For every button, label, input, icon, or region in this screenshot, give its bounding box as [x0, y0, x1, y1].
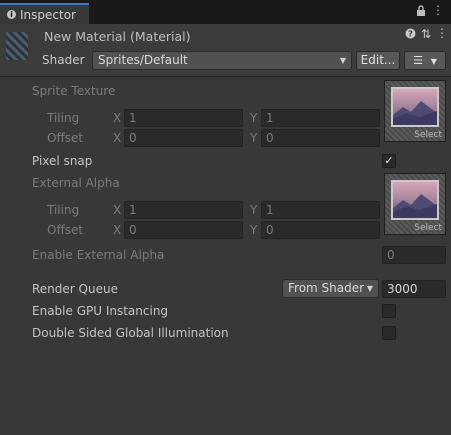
render-queue-mode: From Shader	[288, 281, 365, 295]
tiling-y-label: Y	[250, 203, 258, 217]
pixel-snap-label: Pixel snap	[32, 154, 93, 168]
gpu-instancing-label: Enable GPU Instancing	[32, 304, 169, 318]
offset-label: Offset	[47, 131, 84, 145]
sprite-texture-label: Sprite Texture	[32, 84, 116, 98]
tiling-label: Tiling	[47, 111, 80, 125]
render-queue-label: Render Queue	[32, 282, 118, 296]
texture-select-button[interactable]: Select	[414, 130, 442, 140]
render-queue-value-field[interactable]: 3000	[382, 280, 446, 298]
texture-thumbnail	[391, 180, 439, 220]
sprite-offset-y-field[interactable]: 0	[261, 129, 380, 147]
enable-external-alpha-field[interactable]: 0	[382, 246, 446, 264]
info-icon: i	[7, 10, 16, 19]
gpu-instancing-checkbox[interactable]	[382, 304, 396, 318]
enable-external-alpha-label: Enable External Alpha	[32, 248, 165, 262]
material-icon	[6, 32, 28, 60]
alpha-tiling-x-field[interactable]: 1	[124, 201, 243, 219]
tab-inspector[interactable]: i Inspector	[0, 3, 89, 24]
tiling-x-label: X	[113, 111, 122, 125]
context-menu-icon[interactable]: ⋮	[436, 26, 448, 40]
edit-shader-button[interactable]: Edit...	[356, 51, 400, 70]
sprite-offset-x-field[interactable]: 0	[124, 129, 243, 147]
material-title: New Material (Material)	[44, 29, 191, 44]
tiling-y-label: Y	[250, 111, 258, 125]
list-icon: ☰	[413, 54, 423, 67]
sprite-tiling-y-field[interactable]: 1	[261, 109, 380, 127]
texture-select-button[interactable]: Select	[414, 223, 442, 233]
alpha-offset-x-field[interactable]: 0	[124, 221, 243, 239]
chevron-down-icon: ▼	[430, 57, 437, 66]
shader-options-dropdown[interactable]: ☰ ▼	[404, 51, 446, 70]
external-alpha-label: External Alpha	[32, 176, 120, 190]
shader-dropdown[interactable]: Sprites/Default ▼	[92, 51, 352, 70]
tab-bar: i Inspector ⋮	[0, 0, 451, 24]
double-sided-gi-label: Double Sided Global Illumination	[32, 326, 229, 340]
more-options-icon[interactable]: ⋮	[432, 3, 444, 17]
tab-label: Inspector	[20, 8, 76, 22]
tiling-label: Tiling	[47, 203, 80, 217]
checkmark-icon: ✓	[384, 154, 394, 167]
help-icon[interactable]: ?	[405, 28, 416, 42]
alpha-offset-y-field[interactable]: 0	[261, 221, 380, 239]
render-queue-dropdown[interactable]: From Shader ▼	[282, 279, 379, 298]
svg-text:?: ?	[408, 30, 413, 39]
external-alpha-slot[interactable]: Select	[384, 173, 446, 235]
offset-x-label: X	[113, 223, 122, 237]
sprite-texture-slot[interactable]: Select	[384, 80, 446, 142]
chevron-down-icon: ▼	[366, 284, 373, 293]
tiling-x-label: X	[113, 203, 122, 217]
presets-icon[interactable]: ⇅	[421, 27, 431, 41]
shader-label: Shader	[42, 53, 85, 67]
material-header: New Material (Material) ? ⇅ ⋮ Shader Spr…	[0, 24, 451, 77]
offset-y-label: Y	[250, 223, 258, 237]
lock-icon[interactable]	[416, 5, 426, 19]
double-sided-gi-checkbox[interactable]	[382, 326, 396, 340]
texture-thumbnail	[391, 87, 439, 127]
shader-value: Sprites/Default	[98, 53, 188, 67]
offset-x-label: X	[113, 131, 122, 145]
chevron-down-icon: ▼	[339, 56, 346, 65]
offset-y-label: Y	[250, 131, 258, 145]
pixel-snap-checkbox[interactable]: ✓	[382, 154, 396, 168]
sprite-tiling-x-field[interactable]: 1	[124, 109, 243, 127]
offset-label: Offset	[47, 223, 84, 237]
alpha-tiling-y-field[interactable]: 1	[261, 201, 380, 219]
